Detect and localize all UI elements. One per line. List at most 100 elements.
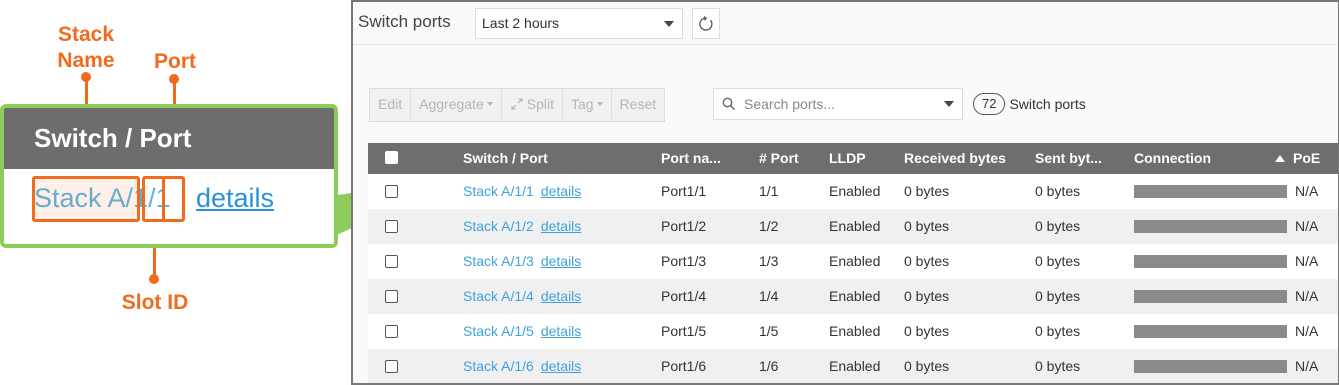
- port-number-cell: 1/6: [759, 358, 779, 374]
- column-connection[interactable]: Connection: [1134, 143, 1211, 174]
- split-label: Split: [526, 96, 554, 112]
- connection-bar: [1134, 220, 1287, 233]
- connection-bar: [1134, 185, 1287, 198]
- count-badge: 72: [973, 93, 1006, 115]
- column-received-bytes[interactable]: Received bytes: [904, 143, 1006, 174]
- details-link[interactable]: details: [541, 323, 581, 339]
- port-name-cell: Port1/6: [661, 358, 707, 374]
- row-checkbox[interactable]: [385, 185, 398, 198]
- connection-bar: [1134, 325, 1287, 338]
- port-action-toolbar: Edit Aggregate Split Tag Reset: [369, 88, 666, 122]
- table-row[interactable]: Stack A/1/1 details Port1/1 1/1 Enabled 0 byt…: [368, 174, 1338, 209]
- tag-label: Tag: [570, 96, 594, 112]
- row-checkbox[interactable]: [385, 220, 398, 233]
- port-number-cell: 1/4: [759, 288, 779, 304]
- port-number-cell: 1/3: [759, 253, 779, 269]
- chevron-down-icon[interactable]: [944, 101, 954, 107]
- poe-cell: N/A: [1295, 218, 1319, 234]
- switch-ports-panel: Switch ports Last 2 hours Edit Aggregate…: [351, 0, 1339, 385]
- lldp-cell: Enabled: [829, 218, 881, 234]
- time-range-select[interactable]: Last 2 hours: [475, 8, 683, 39]
- received-bytes-cell: 0 bytes: [904, 183, 950, 199]
- port-name-cell: Port1/2: [661, 218, 707, 234]
- row-checkbox[interactable]: [385, 360, 398, 373]
- switch-port-link[interactable]: Stack A/1/6: [463, 358, 534, 374]
- sent-bytes-cell: 0 bytes: [1035, 218, 1081, 234]
- select-all-checkbox[interactable]: [385, 151, 398, 164]
- switch-port-link[interactable]: Stack A/1/5: [463, 323, 534, 339]
- column-switch-port[interactable]: Switch / Port: [463, 143, 548, 174]
- slot-pointer-dot: [149, 274, 159, 284]
- row-checkbox[interactable]: [385, 290, 398, 303]
- port-number-cell: 1/5: [759, 323, 779, 339]
- details-link[interactable]: details: [541, 183, 581, 199]
- poe-cell: N/A: [1295, 323, 1319, 339]
- table-body: Stack A/1/1 details Port1/1 1/1 Enabled 0 byt…: [368, 174, 1338, 383]
- port-name-cell: Port1/1: [661, 183, 707, 199]
- switch-port-link[interactable]: Stack A/1/1: [463, 183, 534, 199]
- switch-port-link[interactable]: Stack A/1/4: [463, 288, 534, 304]
- sort-ascending-icon: [1275, 155, 1285, 162]
- switch-port-cell: Stack A/1/1 details: [463, 174, 581, 209]
- sent-bytes-cell: 0 bytes: [1035, 183, 1081, 199]
- switch-port-cell: Stack A/1/4 details: [463, 279, 581, 314]
- sent-bytes-cell: 0 bytes: [1035, 358, 1081, 374]
- column-sent-bytes[interactable]: Sent byt...: [1035, 143, 1102, 174]
- edit-button[interactable]: Edit: [370, 89, 412, 119]
- edit-label: Edit: [378, 96, 403, 112]
- switch-port-cell: Stack A/1/6 details: [463, 349, 581, 383]
- sent-bytes-cell: 0 bytes: [1035, 323, 1081, 339]
- details-link[interactable]: details: [541, 218, 581, 234]
- lldp-cell: Enabled: [829, 323, 881, 339]
- table-row[interactable]: Stack A/1/4 details Port1/4 1/4 Enabled 0 byt…: [368, 279, 1338, 314]
- poe-cell: N/A: [1295, 358, 1319, 374]
- sent-bytes-cell: 0 bytes: [1035, 253, 1081, 269]
- details-link[interactable]: details: [541, 288, 581, 304]
- reset-button[interactable]: Reset: [612, 89, 665, 119]
- received-bytes-cell: 0 bytes: [904, 288, 950, 304]
- switch-port-link[interactable]: Stack A/1/2: [463, 218, 534, 234]
- connection-bar: [1134, 290, 1287, 303]
- table-row[interactable]: Stack A/1/2 details Port1/2 1/2 Enabled 0 byt…: [368, 209, 1338, 244]
- port-name-cell: Port1/5: [661, 323, 707, 339]
- chevron-down-icon: [486, 102, 493, 106]
- lldp-cell: Enabled: [829, 358, 881, 374]
- zoomed-cell-frame: Switch / Port Stack A/1/1 details: [0, 104, 338, 248]
- time-range-value: Last 2 hours: [482, 15, 560, 31]
- aggregate-label: Aggregate: [419, 96, 484, 112]
- search-icon: [722, 97, 736, 111]
- details-link[interactable]: details: [541, 253, 581, 269]
- row-checkbox[interactable]: [385, 255, 398, 268]
- connection-bar: [1134, 360, 1287, 373]
- aggregate-button[interactable]: Aggregate: [411, 89, 502, 119]
- column-poe[interactable]: PoE: [1275, 143, 1320, 174]
- zoomed-details-link[interactable]: details: [196, 182, 274, 215]
- stack-name-highlight: [32, 176, 140, 222]
- column-lldp[interactable]: LLDP: [829, 143, 866, 174]
- lldp-cell: Enabled: [829, 288, 881, 304]
- table-row[interactable]: Stack A/1/3 details Port1/3 1/3 Enabled 0 byt…: [368, 244, 1338, 279]
- table-row[interactable]: Stack A/1/5 details Port1/5 1/5 Enabled 0 byt…: [368, 314, 1338, 349]
- tag-button[interactable]: Tag: [563, 89, 612, 119]
- column-port-name[interactable]: Port na...: [661, 143, 721, 174]
- row-checkbox[interactable]: [385, 325, 398, 338]
- search-input[interactable]: [740, 89, 938, 119]
- zoomed-column-header: Switch / Port: [4, 108, 334, 169]
- split-button[interactable]: Split: [502, 89, 563, 119]
- details-link[interactable]: details: [541, 358, 581, 374]
- panel-topbar: Switch ports Last 2 hours: [353, 2, 1338, 45]
- chevron-down-icon: [664, 21, 674, 27]
- page-title: Switch ports: [358, 12, 451, 31]
- table-row[interactable]: Stack A/1/6 details Port1/6 1/6 Enabled 0 byt…: [368, 349, 1338, 383]
- slot-id-annotation: Slot ID: [121, 291, 189, 314]
- zoomed-cell: Stack A/1/1 details: [4, 169, 334, 244]
- poe-cell: N/A: [1295, 288, 1319, 304]
- column-port-number[interactable]: # Port: [759, 143, 799, 174]
- port-name-cell: Port1/4: [661, 288, 707, 304]
- switch-port-link[interactable]: Stack A/1/3: [463, 253, 534, 269]
- port-count: 72 Switch ports: [973, 93, 1086, 115]
- sent-bytes-cell: 0 bytes: [1035, 288, 1081, 304]
- port-highlight: [162, 176, 185, 222]
- refresh-button[interactable]: [692, 8, 720, 39]
- switch-ports-table: Switch / Port Port na... # Port LLDP Rec…: [368, 143, 1338, 383]
